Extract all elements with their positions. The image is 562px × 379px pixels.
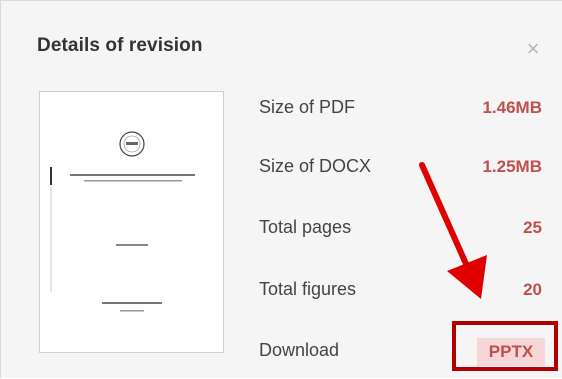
total-pages-label: Total pages bbox=[259, 217, 352, 237]
close-icon[interactable]: × bbox=[523, 38, 543, 60]
size-of-pdf-value: 1.46MB bbox=[482, 98, 542, 117]
download-pptx-button[interactable]: PPTX bbox=[477, 338, 545, 366]
download-label: Download bbox=[259, 340, 340, 360]
total-figures-label: Total figures bbox=[259, 279, 357, 299]
dialog-title: Details of revision bbox=[37, 35, 203, 56]
revision-details-dialog: Details of revision × Size of PDF 1.46MB… bbox=[0, 0, 562, 378]
total-pages-value: 25 bbox=[523, 218, 542, 237]
size-of-pdf-label: Size of PDF bbox=[259, 97, 356, 117]
total-figures-value: 20 bbox=[523, 280, 542, 299]
document-thumbnail[interactable] bbox=[39, 91, 224, 353]
size-of-docx-label: Size of DOCX bbox=[259, 156, 372, 176]
size-of-docx-value: 1.25MB bbox=[482, 157, 542, 176]
thumbnail-page-art bbox=[50, 131, 195, 312]
